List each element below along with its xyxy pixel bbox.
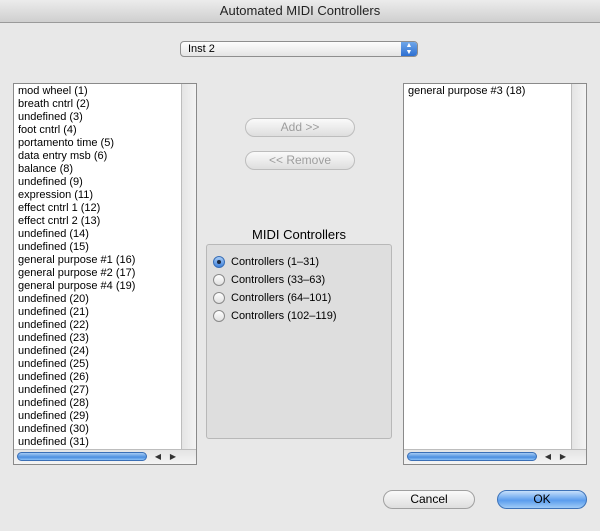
midi-controllers-title: MIDI Controllers bbox=[252, 227, 346, 242]
selected-controllers-list[interactable]: general purpose #3 (18) ◀ ▶ bbox=[403, 83, 587, 465]
vertical-scrollbar[interactable] bbox=[181, 84, 196, 449]
radio-option[interactable]: Controllers (1–31) bbox=[213, 254, 319, 270]
list-item[interactable]: breath cntrl (2) bbox=[18, 98, 177, 111]
radio-label: Controllers (102–119) bbox=[231, 310, 337, 322]
list-item[interactable]: mod wheel (1) bbox=[18, 85, 177, 98]
list-item[interactable]: undefined (9) bbox=[18, 176, 177, 189]
list-item[interactable]: undefined (23) bbox=[18, 332, 177, 345]
remove-button[interactable]: << Remove bbox=[245, 151, 355, 170]
radio-option[interactable]: Controllers (102–119) bbox=[213, 308, 337, 324]
radio-button[interactable] bbox=[213, 256, 225, 268]
triangle-left-icon[interactable]: ◀ bbox=[152, 451, 164, 463]
list-item[interactable]: undefined (24) bbox=[18, 345, 177, 358]
list-item[interactable]: effect cntrl 1 (12) bbox=[18, 202, 177, 215]
radio-button[interactable] bbox=[213, 310, 225, 322]
cancel-button[interactable]: Cancel bbox=[383, 490, 475, 509]
list-item[interactable]: foot cntrl (4) bbox=[18, 124, 177, 137]
list-item[interactable]: undefined (30) bbox=[18, 423, 177, 436]
instrument-select-value: Inst 2 bbox=[188, 43, 215, 55]
radio-label: Controllers (1–31) bbox=[231, 256, 320, 268]
list-item[interactable]: expression (11) bbox=[18, 189, 177, 202]
list-item[interactable]: undefined (3) bbox=[18, 111, 177, 124]
list-item[interactable]: data entry msb (6) bbox=[18, 150, 177, 163]
available-controllers-list[interactable]: mod wheel (1) breath cntrl (2) undefined (… bbox=[13, 83, 197, 465]
triangle-left-icon[interactable]: ◀ bbox=[542, 451, 554, 463]
list-item[interactable]: general purpose #2 (17) bbox=[18, 267, 177, 280]
scrollbar-thumb[interactable] bbox=[17, 452, 147, 461]
add-button[interactable]: Add >> bbox=[245, 118, 355, 137]
radio-button[interactable] bbox=[213, 292, 225, 304]
radio-label: Controllers (33–63) bbox=[231, 274, 326, 286]
list-item[interactable]: undefined (25) bbox=[18, 358, 177, 371]
triangle-right-icon[interactable]: ▶ bbox=[167, 451, 179, 463]
list-item[interactable]: undefined (31) bbox=[18, 436, 177, 449]
list-item[interactable]: general purpose #1 (16) bbox=[18, 254, 177, 267]
list-item[interactable]: portamento time (5) bbox=[18, 137, 177, 150]
horizontal-scrollbar[interactable]: ◀ ▶ bbox=[14, 449, 196, 464]
triangle-right-icon[interactable]: ▶ bbox=[557, 451, 569, 463]
updown-chevron-icon: ▲ ▼ bbox=[401, 42, 417, 56]
list-item[interactable]: general purpose #4 (19) bbox=[18, 280, 177, 293]
instrument-select[interactable]: Inst 2 ▲ ▼ bbox=[180, 41, 418, 57]
list-item[interactable]: undefined (21) bbox=[18, 306, 177, 319]
window-title: Automated MIDI Controllers bbox=[0, 0, 600, 23]
list-item[interactable]: effect cntrl 2 (13) bbox=[18, 215, 177, 228]
list-item[interactable]: undefined (15) bbox=[18, 241, 177, 254]
list-item[interactable]: undefined (28) bbox=[18, 397, 177, 410]
list-item[interactable]: undefined (27) bbox=[18, 384, 177, 397]
list-item[interactable]: undefined (22) bbox=[18, 319, 177, 332]
list-item[interactable]: undefined (14) bbox=[18, 228, 177, 241]
radio-button[interactable] bbox=[213, 274, 225, 286]
radio-option[interactable]: Controllers (64–101) bbox=[213, 290, 331, 306]
scrollbar-thumb[interactable] bbox=[407, 452, 537, 461]
vertical-scrollbar[interactable] bbox=[571, 84, 586, 449]
list-item[interactable]: undefined (26) bbox=[18, 371, 177, 384]
radio-option[interactable]: Controllers (33–63) bbox=[213, 272, 325, 288]
list-item[interactable]: undefined (29) bbox=[18, 410, 177, 423]
ok-button[interactable]: OK bbox=[497, 490, 587, 509]
list-item[interactable]: balance (8) bbox=[18, 163, 177, 176]
horizontal-scrollbar[interactable]: ◀ ▶ bbox=[404, 449, 586, 464]
radio-label: Controllers (64–101) bbox=[231, 292, 332, 304]
list-item[interactable]: general purpose #3 (18) bbox=[408, 85, 567, 98]
list-item[interactable]: undefined (20) bbox=[18, 293, 177, 306]
midi-controllers-group: Controllers (1–31) Controllers (33–63) C… bbox=[206, 244, 392, 439]
